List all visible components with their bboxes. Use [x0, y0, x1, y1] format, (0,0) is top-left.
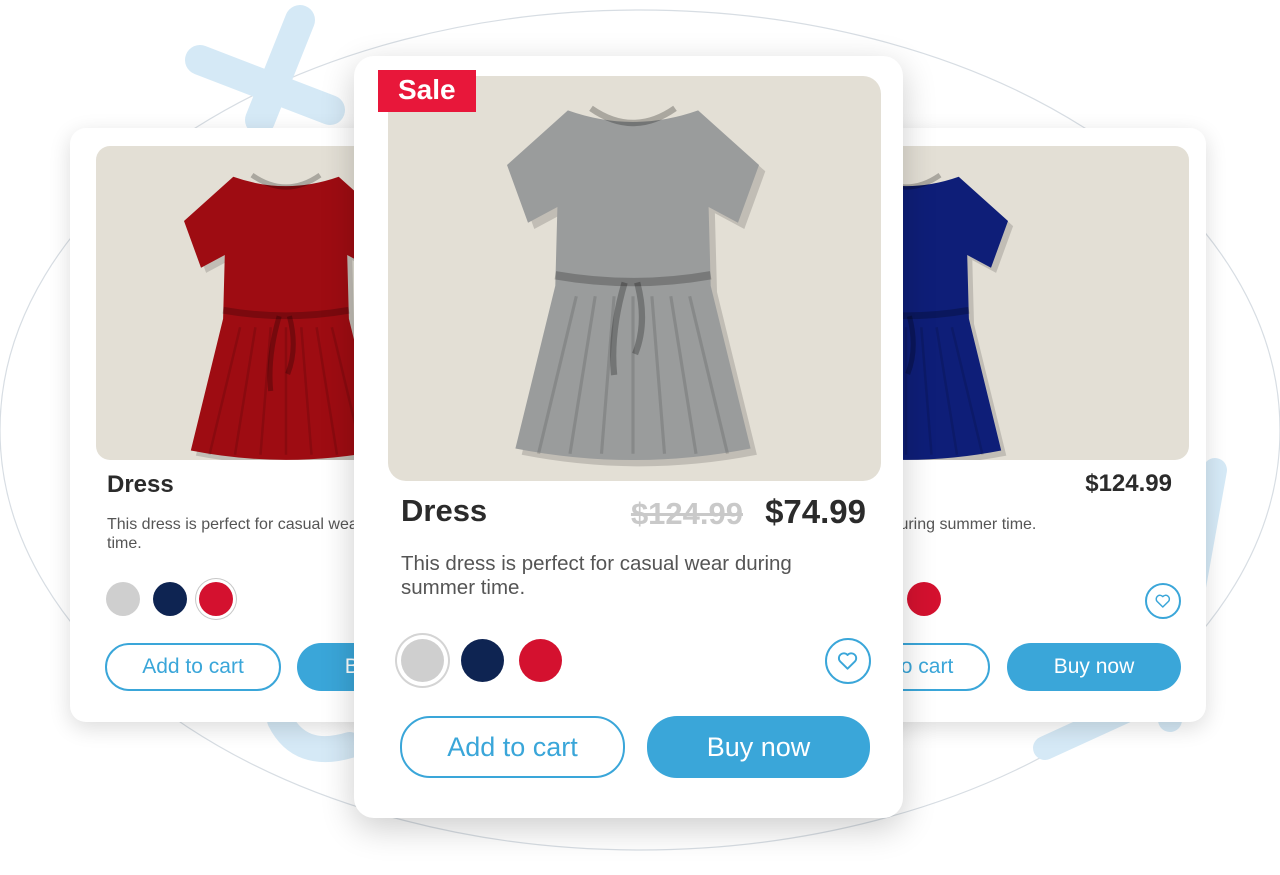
product-title: Dress	[107, 471, 174, 498]
color-swatch-red[interactable]	[907, 582, 941, 616]
color-swatch-navy[interactable]	[461, 639, 504, 682]
product-description: This dress is perfect for casual wear du…	[401, 552, 792, 600]
sale-badge: Sale	[378, 70, 476, 112]
color-swatch-gray[interactable]	[401, 639, 444, 682]
add-to-cart-button[interactable]: Add to cart	[400, 716, 625, 778]
product-price: $124.99	[1085, 470, 1172, 497]
sale-price: $74.99	[765, 493, 866, 530]
color-swatch-red[interactable]	[199, 582, 233, 616]
buy-now-button[interactable]: Buy now	[647, 716, 870, 778]
add-to-cart-button[interactable]: Add to cart	[105, 643, 281, 691]
buy-now-button[interactable]: Buy now	[1007, 643, 1181, 691]
wishlist-button[interactable]	[1145, 583, 1181, 619]
dress-image	[507, 105, 766, 467]
product-photo[interactable]	[388, 76, 881, 481]
original-price: $124.99	[630, 496, 743, 531]
heart-icon	[1155, 594, 1171, 608]
heart-icon	[838, 652, 858, 671]
color-swatch-red[interactable]	[519, 639, 562, 682]
product-title: Dress	[401, 493, 488, 528]
product-card-gray[interactable]: Sale Dress $124.99 $74.99 This dress is …	[354, 56, 903, 818]
wishlist-button[interactable]	[825, 638, 871, 684]
color-swatch-gray[interactable]	[106, 582, 140, 616]
color-swatch-navy[interactable]	[153, 582, 187, 616]
